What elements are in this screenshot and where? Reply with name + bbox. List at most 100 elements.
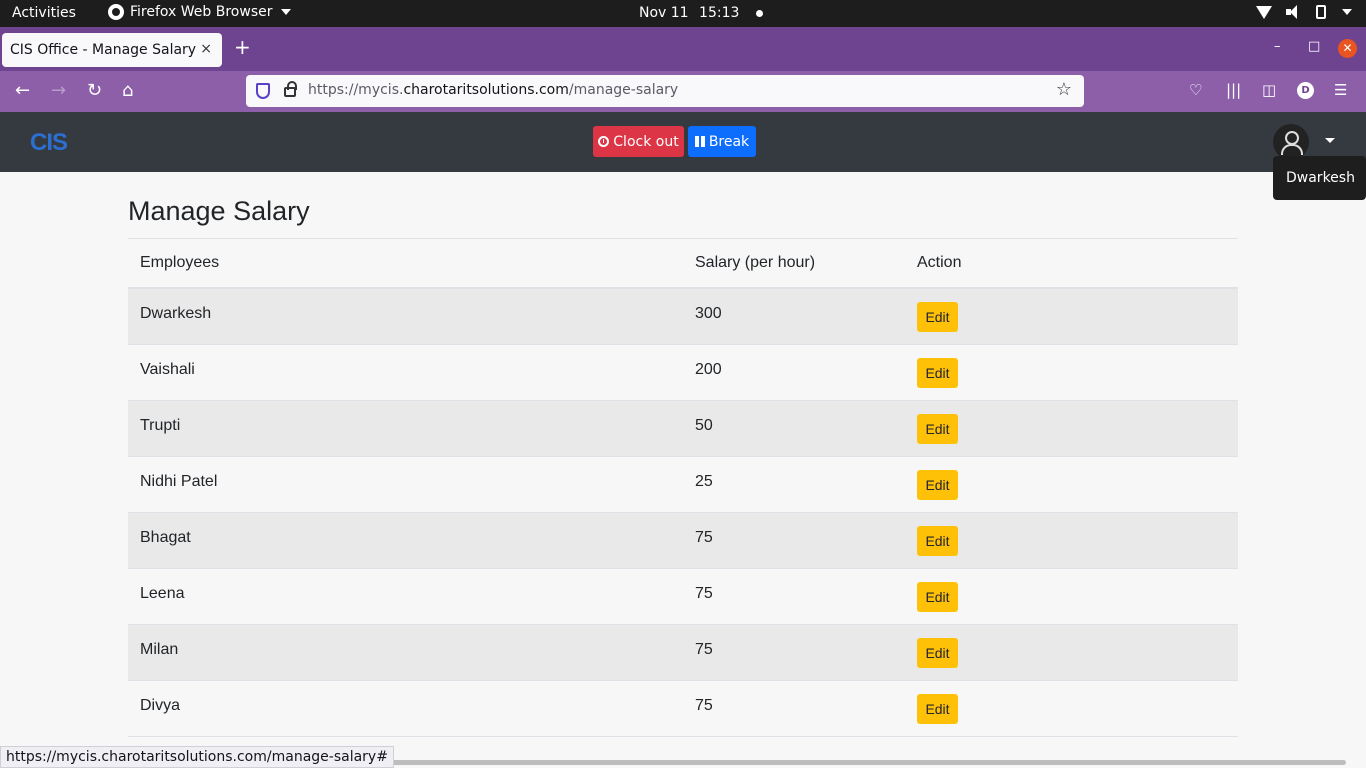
table-row: Milan 75 Edit (128, 624, 1238, 681)
notification-dot-icon (755, 9, 763, 17)
edit-button[interactable]: Edit (917, 581, 958, 612)
link-status-bar: https://mycis.charotaritsolutions.com/ma… (0, 746, 394, 768)
chevron-down-icon[interactable] (1325, 138, 1335, 143)
browser-tab-active[interactable]: CIS Office - Manage Salary × (2, 33, 222, 67)
employee-name: Milan (128, 624, 683, 681)
employee-name: Vaishali (128, 344, 683, 401)
salary-value: 75 (683, 680, 905, 737)
edit-button[interactable]: Edit (917, 413, 958, 444)
edit-button[interactable]: Edit (917, 302, 958, 332)
battery-icon (1316, 5, 1326, 19)
back-arrow-icon[interactable]: ← (15, 81, 30, 101)
clock-out-button[interactable]: Clock out (593, 126, 684, 157)
window-close-icon[interactable]: ✕ (1338, 39, 1357, 58)
url-domain: charotaritsolutions.com (403, 82, 569, 98)
action-cell: Edit (905, 568, 1238, 625)
system-clock[interactable]: Nov 11 15:13 (639, 5, 763, 21)
url-prefix: https://mycis. (308, 82, 404, 98)
employee-name: Leena (128, 568, 683, 625)
firefox-icon (108, 4, 124, 20)
table-row: Nidhi Patel 25 Edit (128, 456, 1238, 513)
action-cell: Edit (905, 400, 1238, 457)
user-avatar[interactable] (1273, 124, 1309, 160)
sidebar-icon[interactable]: ◫ (1262, 81, 1276, 99)
action-cell: Edit (905, 680, 1238, 737)
salary-value: 50 (683, 400, 905, 457)
employee-name: Divya (128, 680, 683, 737)
browser-tab-strip: CIS Office - Manage Salary × + – □ ✕ (0, 27, 1366, 71)
break-label: Break (708, 133, 750, 150)
edit-button[interactable]: Edit (917, 637, 958, 668)
firefox-account-avatar[interactable]: D (1297, 82, 1314, 99)
system-top-bar: Activities Firefox Web Browser Nov 11 15… (0, 0, 1366, 27)
column-header-employees: Employees (128, 239, 683, 289)
close-icon[interactable]: × (200, 41, 212, 57)
user-tooltip: Dwarkesh (1273, 156, 1366, 200)
table-header-row: Employees Salary (per hour) Action (128, 239, 1238, 289)
employee-name: Nidhi Patel (128, 456, 683, 513)
tab-title: CIS Office - Manage Salary (10, 42, 197, 58)
employee-name: Trupti (128, 400, 683, 457)
activities-button[interactable]: Activities (12, 5, 76, 21)
salary-value: 25 (683, 456, 905, 513)
tracking-shield-icon[interactable] (256, 83, 270, 99)
table-row: Vaishali 200 Edit (128, 344, 1238, 401)
table-row: Divya 75 Edit (128, 680, 1238, 737)
lock-icon[interactable] (284, 81, 297, 97)
column-header-salary: Salary (per hour) (683, 239, 905, 289)
bookmark-star-icon[interactable]: ☆ (1056, 79, 1072, 100)
action-cell: Edit (905, 456, 1238, 513)
table-row: Dwarkesh 300 Edit (128, 288, 1238, 345)
browser-nav-bar: ← → ↻ ⌂ https://mycis.charotaritsolution… (0, 71, 1366, 112)
new-tab-button[interactable]: + (234, 37, 251, 57)
page-title: Manage Salary (128, 196, 310, 226)
clock-out-label: Clock out (613, 133, 679, 150)
salary-value: 75 (683, 624, 905, 681)
hamburger-menu-icon[interactable]: ☰ (1334, 81, 1347, 99)
salary-value: 75 (683, 568, 905, 625)
edit-button[interactable]: Edit (917, 357, 958, 388)
wifi-icon (1256, 5, 1272, 19)
pause-icon (694, 136, 705, 147)
url-path: /manage-salary (568, 82, 679, 98)
pocket-icon[interactable]: ♡ (1189, 81, 1202, 99)
maximize-icon[interactable]: □ (1308, 39, 1320, 54)
clock-icon (598, 136, 610, 147)
salary-value: 200 (683, 344, 905, 401)
chevron-down-icon (1342, 9, 1352, 15)
app-menu[interactable]: Firefox Web Browser (108, 4, 291, 20)
edit-button[interactable]: Edit (917, 693, 958, 724)
chevron-down-icon (280, 9, 291, 15)
action-cell: Edit (905, 624, 1238, 681)
salary-value: 75 (683, 512, 905, 569)
salary-value: 300 (683, 288, 905, 345)
clock-time: 15:13 (699, 5, 740, 21)
home-icon[interactable]: ⌂ (122, 81, 133, 101)
employee-name: Dwarkesh (128, 288, 683, 345)
action-cell: Edit (905, 344, 1238, 401)
minimize-icon[interactable]: – (1274, 39, 1281, 54)
horizontal-scrollbar[interactable] (370, 760, 1346, 765)
table-row: Leena 75 Edit (128, 568, 1238, 625)
library-icon[interactable]: ||| (1226, 81, 1241, 99)
app-menu-label: Firefox Web Browser (130, 4, 273, 20)
app-header: CIS Clock out Break (0, 112, 1366, 172)
url-text[interactable]: https://mycis.charotaritsolutions.com/ma… (308, 82, 678, 98)
forward-arrow-icon[interactable]: → (51, 81, 66, 101)
cis-logo[interactable]: CIS (30, 129, 68, 157)
table-row: Bhagat 75 Edit (128, 512, 1238, 569)
reload-icon[interactable]: ↻ (87, 81, 102, 101)
column-header-action: Action (905, 239, 1238, 289)
url-bar[interactable]: https://mycis.charotaritsolutions.com/ma… (246, 75, 1084, 107)
volume-icon (1286, 5, 1302, 19)
edit-button[interactable]: Edit (917, 469, 958, 500)
salary-table: Employees Salary (per hour) Action Dwark… (128, 239, 1238, 737)
clock-date: Nov 11 (639, 5, 689, 21)
action-cell: Edit (905, 512, 1238, 569)
break-button[interactable]: Break (688, 126, 756, 157)
table-row: Trupti 50 Edit (128, 400, 1238, 457)
system-tray[interactable] (1256, 5, 1352, 19)
employee-name: Bhagat (128, 512, 683, 569)
action-cell: Edit (905, 288, 1238, 345)
edit-button[interactable]: Edit (917, 525, 958, 556)
